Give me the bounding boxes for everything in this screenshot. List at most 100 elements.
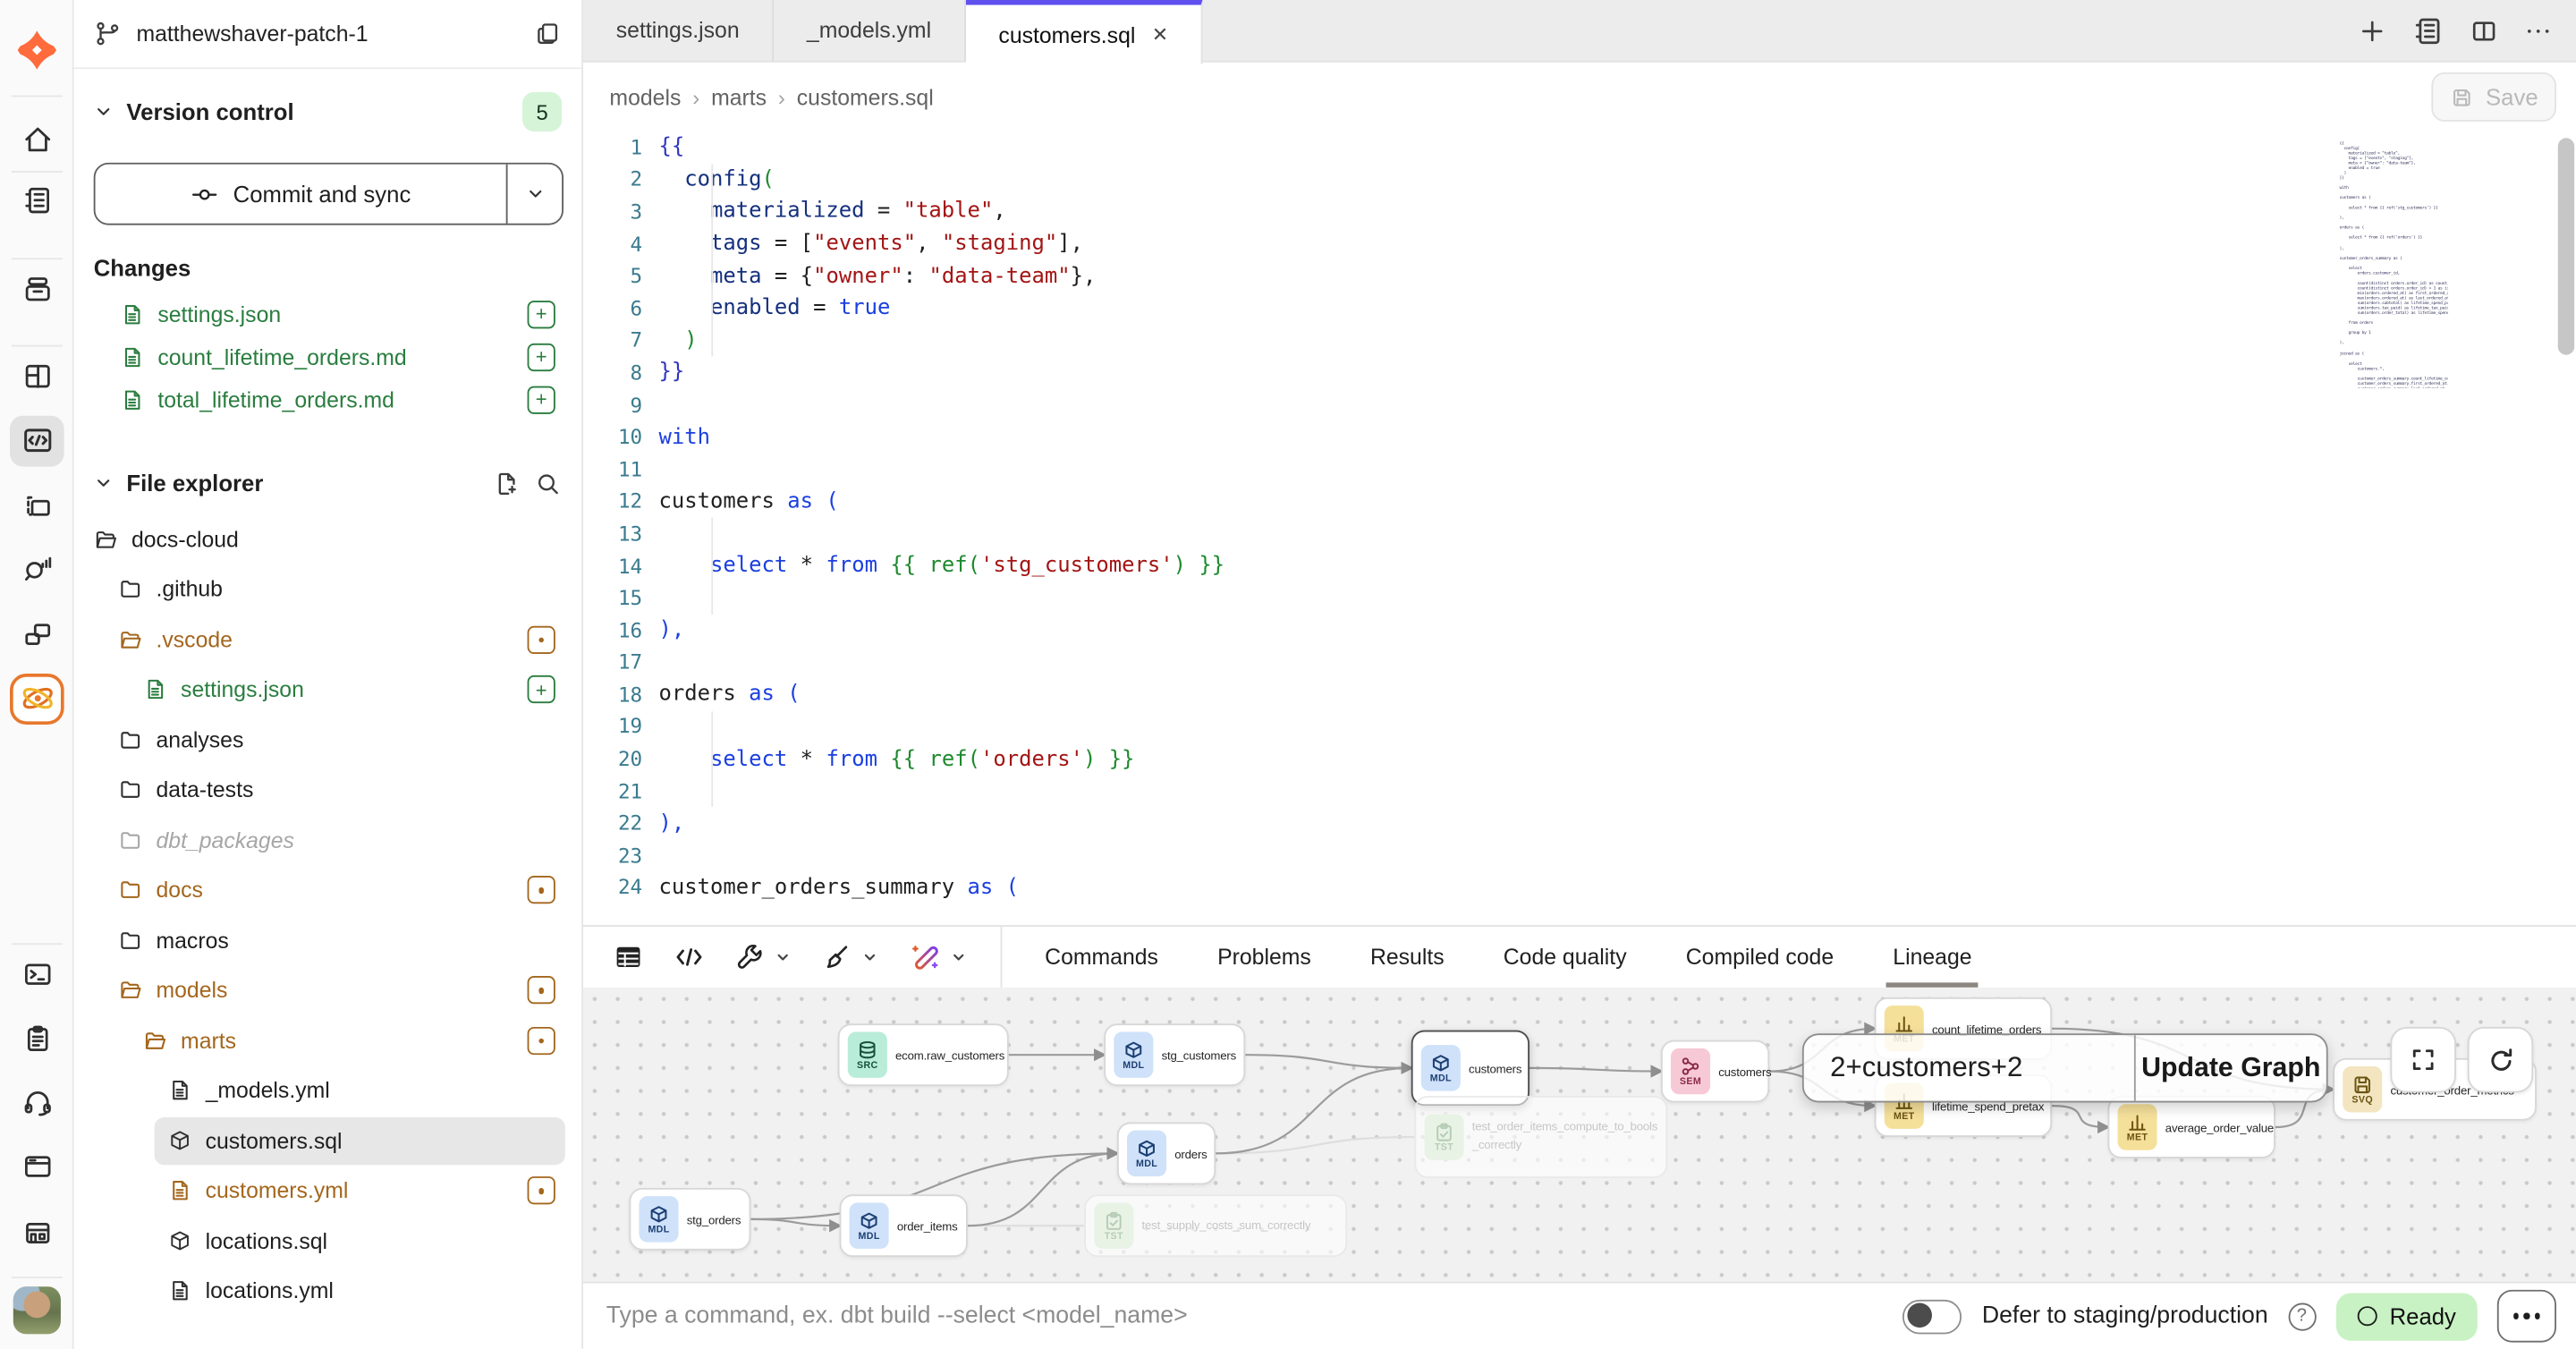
code-line-20[interactable]: 20 select * from {{ ref('orders') }} bbox=[583, 743, 2576, 776]
tree-item-data-tests[interactable]: data-tests bbox=[74, 765, 582, 815]
tree-item--vscode[interactable]: .vscode bbox=[74, 615, 582, 665]
code-line-7[interactable]: 7 ) bbox=[583, 325, 2576, 357]
lineage-node-orders[interactable]: MDL orders bbox=[1117, 1122, 1216, 1184]
lineage-node-customers[interactable]: MDL customers bbox=[1411, 1031, 1530, 1106]
tree-item-customers-yml[interactable]: customers.yml bbox=[74, 1166, 582, 1216]
copy-icon[interactable] bbox=[534, 20, 562, 47]
tree-item-dbt-packages[interactable]: dbt_packages bbox=[74, 815, 582, 865]
windows-icon[interactable] bbox=[10, 609, 64, 660]
lineage-canvas[interactable]: Update Graph SRC ecom.raw_customers MDL … bbox=[583, 988, 2576, 1284]
refresh-button[interactable] bbox=[2468, 1027, 2533, 1092]
lineage-node-customers_sem[interactable]: SEM customers bbox=[1661, 1040, 1769, 1103]
split-view-icon[interactable] bbox=[2470, 16, 2499, 46]
defer-toggle[interactable] bbox=[1903, 1299, 1962, 1334]
tree-item-docs[interactable]: docs bbox=[74, 865, 582, 915]
lineage-node-ecom[interactable]: SRC ecom.raw_customers bbox=[838, 1023, 1009, 1086]
version-control-header[interactable]: Version control 5 bbox=[74, 86, 582, 139]
terminal-icon[interactable] bbox=[10, 949, 64, 1000]
code-line-3[interactable]: 3 materialized = "table", bbox=[583, 196, 2576, 228]
storefront-icon[interactable] bbox=[10, 1207, 64, 1258]
code-line-18[interactable]: 18orders as ( bbox=[583, 679, 2576, 711]
branch-row[interactable]: matthewshaver-patch-1 bbox=[74, 0, 582, 69]
code-line-9[interactable]: 9 bbox=[583, 389, 2576, 421]
more-options-button[interactable] bbox=[2497, 1290, 2556, 1343]
panel-tab-compiled-code[interactable]: Compiled code bbox=[1686, 927, 1834, 988]
code-line-2[interactable]: 2 config( bbox=[583, 164, 2576, 196]
tree-item-locations-yml[interactable]: locations.yml bbox=[74, 1266, 582, 1316]
lineage-selector-input[interactable] bbox=[1804, 1035, 2134, 1100]
breadcrumb-item[interactable]: customers.sql bbox=[797, 85, 934, 110]
tab--models-yml[interactable]: _models.yml bbox=[774, 0, 965, 61]
tree-item--github[interactable]: .github bbox=[74, 564, 582, 615]
code-line-14[interactable]: 14 select * from {{ ref('stg_customers')… bbox=[583, 550, 2576, 582]
panel-tab-problems[interactable]: Problems bbox=[1217, 927, 1311, 988]
editor-scrollbar[interactable] bbox=[2558, 138, 2574, 354]
command-input[interactable] bbox=[583, 1303, 1903, 1329]
close-tab-icon[interactable]: ✕ bbox=[1152, 23, 1168, 47]
fullscreen-button[interactable] bbox=[2390, 1027, 2455, 1092]
code-line-12[interactable]: 12customers as ( bbox=[583, 486, 2576, 518]
tab-settings-json[interactable]: settings.json bbox=[583, 0, 774, 61]
code-line-19[interactable]: 19 bbox=[583, 711, 2576, 743]
archive-icon[interactable] bbox=[10, 264, 64, 315]
code-line-24[interactable]: 24customer_orders_summary as ( bbox=[583, 872, 2576, 904]
headset-icon[interactable] bbox=[10, 1077, 64, 1128]
lineage-node-test_supply[interactable]: TST test_supply_costs_sum_correctly bbox=[1084, 1194, 1347, 1257]
code-line-15[interactable]: 15 bbox=[583, 582, 2576, 615]
tree-item-models[interactable]: models bbox=[74, 965, 582, 1015]
tree-item-macros[interactable]: macros bbox=[74, 915, 582, 965]
code-line-6[interactable]: 6 enabled = true bbox=[583, 293, 2576, 325]
tree-item-docs-cloud[interactable]: docs-cloud bbox=[74, 514, 582, 564]
lineage-node-stg_customers[interactable]: MDL stg_customers bbox=[1104, 1023, 1245, 1086]
tree-item-analyses[interactable]: analyses bbox=[74, 715, 582, 765]
minimap[interactable]: {{ config( materialized = "table", tags … bbox=[2340, 140, 2448, 387]
tree-item-customers-sql[interactable]: customers.sql bbox=[74, 1116, 582, 1166]
breadcrumb-item[interactable]: models bbox=[609, 85, 681, 110]
ai-sparkle-icon[interactable] bbox=[909, 941, 942, 974]
build-wrench-icon[interactable] bbox=[734, 941, 766, 972]
code-line-4[interactable]: 4 tags = ["events", "staging"], bbox=[583, 228, 2576, 260]
new-file-icon[interactable] bbox=[493, 469, 521, 496]
save-button[interactable]: Save bbox=[2431, 72, 2556, 122]
code-editor[interactable]: 1{{2 config(3 materialized = "table",4 t… bbox=[583, 132, 2576, 925]
code-line-10[interactable]: 10with bbox=[583, 421, 2576, 454]
code-line-13[interactable]: 13 bbox=[583, 518, 2576, 550]
panel-tab-commands[interactable]: Commands bbox=[1045, 927, 1158, 988]
code-line-16[interactable]: 16), bbox=[583, 615, 2576, 647]
code-line-22[interactable]: 22), bbox=[583, 808, 2576, 840]
lineage-node-stg_orders[interactable]: MDL stg_orders bbox=[629, 1188, 750, 1251]
results-table-icon[interactable] bbox=[613, 941, 644, 972]
dashboard-icon[interactable] bbox=[10, 351, 64, 402]
lineage-node-order_items[interactable]: MDL order_items bbox=[840, 1194, 968, 1257]
tree-item--models-yml[interactable]: _models.yml bbox=[74, 1065, 582, 1116]
query-insights-icon[interactable] bbox=[10, 543, 64, 594]
changed-file-row[interactable]: settings.json + bbox=[74, 293, 582, 335]
commit-and-sync-button[interactable]: Commit and sync bbox=[94, 163, 564, 225]
chevron-down-icon[interactable] bbox=[860, 948, 878, 966]
code-line-5[interactable]: 5 meta = {"owner": "data-team"}, bbox=[583, 260, 2576, 293]
tree-item-settings-json[interactable]: settings.json+ bbox=[74, 665, 582, 715]
code-line-21[interactable]: 21 bbox=[583, 776, 2576, 808]
tree-item-locations-sql[interactable]: locations.sql bbox=[74, 1216, 582, 1266]
more-icon[interactable] bbox=[2523, 16, 2553, 46]
help-icon[interactable]: ? bbox=[2288, 1302, 2316, 1330]
file-list-icon[interactable] bbox=[2411, 15, 2445, 48]
changed-file-row[interactable]: count_lifetime_orders.md + bbox=[74, 335, 582, 378]
panel-tab-results[interactable]: Results bbox=[1370, 927, 1445, 988]
file-explorer-header[interactable]: File explorer bbox=[74, 458, 582, 507]
chevron-down-icon[interactable] bbox=[950, 948, 968, 966]
sweep-icon[interactable] bbox=[821, 941, 852, 972]
changed-file-row[interactable]: total_lifetime_orders.md + bbox=[74, 378, 582, 420]
tree-item-marts[interactable]: marts bbox=[74, 1015, 582, 1065]
code-icon[interactable] bbox=[674, 941, 705, 972]
chevron-down-icon[interactable] bbox=[774, 948, 792, 966]
update-graph-button[interactable]: Update Graph bbox=[2134, 1035, 2326, 1100]
code-line-11[interactable]: 11 bbox=[583, 454, 2576, 486]
panel-tab-code-quality[interactable]: Code quality bbox=[1504, 927, 1627, 988]
search-icon[interactable] bbox=[534, 469, 562, 496]
code-line-17[interactable]: 17 bbox=[583, 647, 2576, 679]
code-line-1[interactable]: 1{{ bbox=[583, 132, 2576, 164]
browser-icon[interactable] bbox=[10, 1141, 64, 1192]
clipboard-icon[interactable] bbox=[10, 1013, 64, 1064]
frame-icon[interactable] bbox=[10, 480, 64, 531]
